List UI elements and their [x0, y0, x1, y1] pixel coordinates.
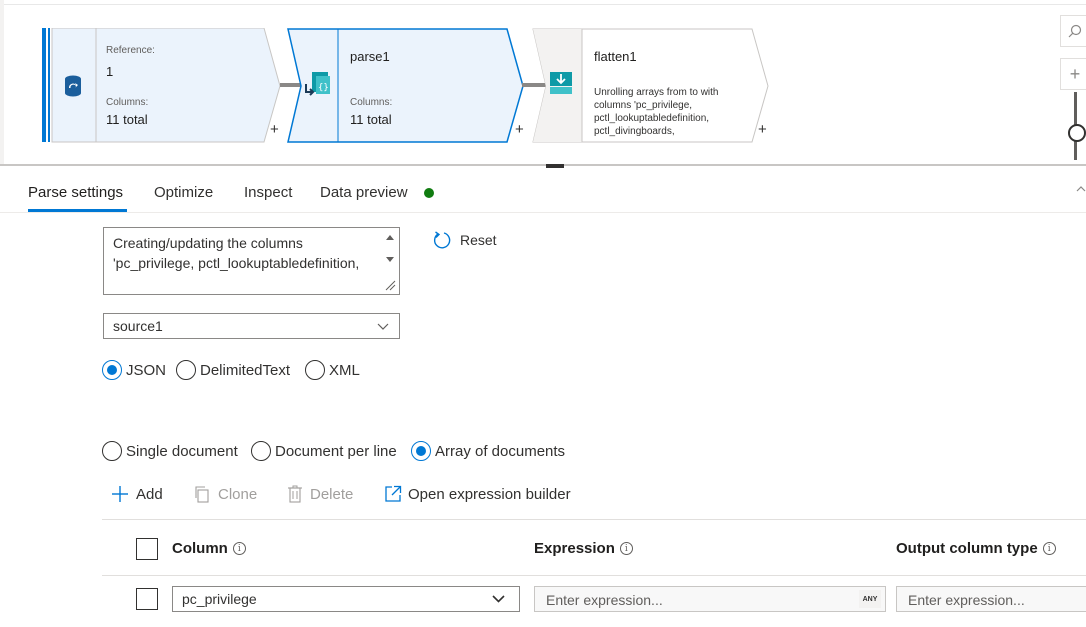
canvas-top-border: [0, 4, 1086, 5]
incoming-stream-select[interactable]: source1: [103, 313, 400, 339]
parse-add-transform-button[interactable]: +: [515, 122, 524, 137]
column-header-output-type: Output column type i: [896, 540, 1056, 557]
parse-node-title: parse1: [350, 49, 390, 64]
select-all-checkbox[interactable]: [136, 538, 158, 560]
canvas-search-button[interactable]: [1060, 15, 1086, 47]
document-per-line-radio[interactable]: Document per line: [251, 441, 397, 461]
flatten-node-title: flatten1: [594, 49, 637, 64]
radio-indicator: [102, 441, 122, 461]
source-columns-value: 11 total: [106, 112, 148, 127]
column-name-dropdown[interactable]: pc_privilege: [172, 586, 520, 612]
format-xml-radio[interactable]: XML: [305, 360, 360, 380]
type-any-badge: ANY: [859, 590, 881, 608]
column-header-label: Column: [172, 540, 228, 557]
search-icon: [1068, 24, 1082, 38]
delete-label: Delete: [310, 485, 354, 503]
plus-icon: +: [1069, 63, 1081, 84]
zoom-in-button[interactable]: +: [1060, 58, 1086, 90]
add-column-button[interactable]: Add: [111, 485, 163, 503]
flatten-transform-icon: [550, 72, 572, 96]
output-type-input[interactable]: Enter expression...: [896, 586, 1086, 612]
delete-column-button[interactable]: Delete: [287, 485, 353, 503]
radio-indicator: [176, 360, 196, 380]
info-icon[interactable]: i: [619, 542, 633, 555]
info-icon[interactable]: i: [1042, 542, 1056, 555]
array-of-documents-label: Array of documents: [435, 442, 566, 460]
expression-input[interactable]: Enter expression... ANY: [534, 586, 886, 612]
zoom-slider-thumb[interactable]: [1068, 124, 1086, 142]
source-reference-label: Reference:: [106, 45, 155, 56]
radio-indicator: [411, 441, 431, 461]
canvas-left-edge: [0, 0, 4, 166]
panel-resize-handle[interactable]: [546, 164, 564, 168]
reset-button[interactable]: Reset: [432, 230, 497, 250]
info-icon[interactable]: i: [232, 542, 246, 555]
expression-placeholder: Enter expression...: [546, 592, 663, 608]
tab-inspect[interactable]: Inspect: [244, 184, 292, 201]
source-add-transform-button[interactable]: +: [270, 122, 279, 137]
format-delimitedtext-label: DelimitedText: [200, 361, 291, 379]
radio-indicator: [251, 441, 271, 461]
flatten-node[interactable]: flatten1 Unrolling arrays from to with c…: [532, 28, 782, 144]
svg-text:{}: {}: [318, 83, 329, 93]
trash-icon: [288, 485, 302, 503]
tab-parse-settings[interactable]: Parse settings: [28, 184, 123, 201]
format-delimitedtext-radio[interactable]: DelimitedText: [176, 360, 290, 380]
parse-node[interactable]: {} parse1 Columns: 11 total +: [287, 28, 533, 144]
tabs-divider: [0, 212, 1086, 213]
data-preview-status-dot: [424, 188, 434, 198]
format-xml-label: XML: [329, 361, 360, 379]
collapse-panel-chevron-icon[interactable]: [1076, 182, 1086, 196]
single-document-radio[interactable]: Single document: [102, 441, 238, 461]
column-name-value: pc_privilege: [182, 591, 257, 607]
add-icon: [112, 486, 128, 502]
column-header-expression: Expression i: [534, 540, 633, 557]
tab-optimize[interactable]: Optimize: [154, 184, 213, 201]
reset-icon: [433, 231, 451, 249]
parse-transform-icon: {}: [304, 70, 332, 98]
radio-indicator: [305, 360, 325, 380]
textarea-scrollbar[interactable]: [379, 228, 399, 294]
clone-label: Clone: [218, 485, 258, 503]
array-of-documents-radio[interactable]: Array of documents: [411, 441, 565, 461]
single-document-label: Single document: [126, 442, 238, 460]
tab-data-preview[interactable]: Data preview: [320, 184, 408, 201]
expression-builder-label: Open expression builder: [408, 485, 571, 503]
clone-icon: [195, 486, 209, 503]
scroll-up-icon: [386, 235, 394, 240]
resize-grip-icon: [385, 280, 396, 291]
database-source-icon: [64, 75, 82, 97]
output-type-placeholder: Enter expression...: [908, 592, 1025, 608]
format-json-label: JSON: [126, 361, 167, 379]
source-columns-label: Columns:: [106, 97, 149, 108]
grid-top-border: [102, 519, 1086, 520]
description-textarea[interactable]: Creating/updating the columns 'pc_privil…: [103, 227, 400, 295]
add-label: Add: [136, 485, 163, 503]
source-node[interactable]: Reference: 1 Columns: 11 total +: [42, 28, 282, 144]
flatten-add-transform-button[interactable]: +: [758, 122, 767, 137]
parse-columns-label: Columns:: [350, 97, 393, 108]
column-header-column: Column i: [172, 540, 246, 557]
canvas-panel-divider: [0, 164, 1086, 166]
reset-label: Reset: [460, 232, 497, 248]
scroll-down-icon: [386, 257, 394, 262]
flatten-node-description: Unrolling arrays from to with columns 'p…: [594, 87, 719, 137]
incoming-stream-value: source1: [113, 318, 163, 334]
open-expression-builder-button[interactable]: Open expression builder: [384, 485, 571, 503]
clone-column-button[interactable]: Clone: [193, 485, 257, 503]
parse-columns-value: 11 total: [350, 112, 392, 127]
row-select-checkbox[interactable]: [136, 588, 158, 610]
output-type-header-label: Output column type: [896, 540, 1038, 557]
grid-header-divider: [102, 575, 1086, 576]
format-json-radio[interactable]: JSON: [102, 360, 166, 380]
document-per-line-label: Document per line: [275, 442, 397, 460]
radio-indicator: [102, 360, 122, 380]
chevron-down-icon: [377, 323, 389, 330]
open-external-icon: [385, 485, 402, 502]
settings-tab-bar: Parse settings Optimize Inspect Data pre…: [0, 176, 1086, 213]
chevron-down-icon: [492, 595, 505, 603]
description-text: Creating/updating the columns 'pc_privil…: [113, 235, 360, 271]
expression-header-label: Expression: [534, 540, 615, 557]
source-reference-value: 1: [106, 64, 114, 79]
